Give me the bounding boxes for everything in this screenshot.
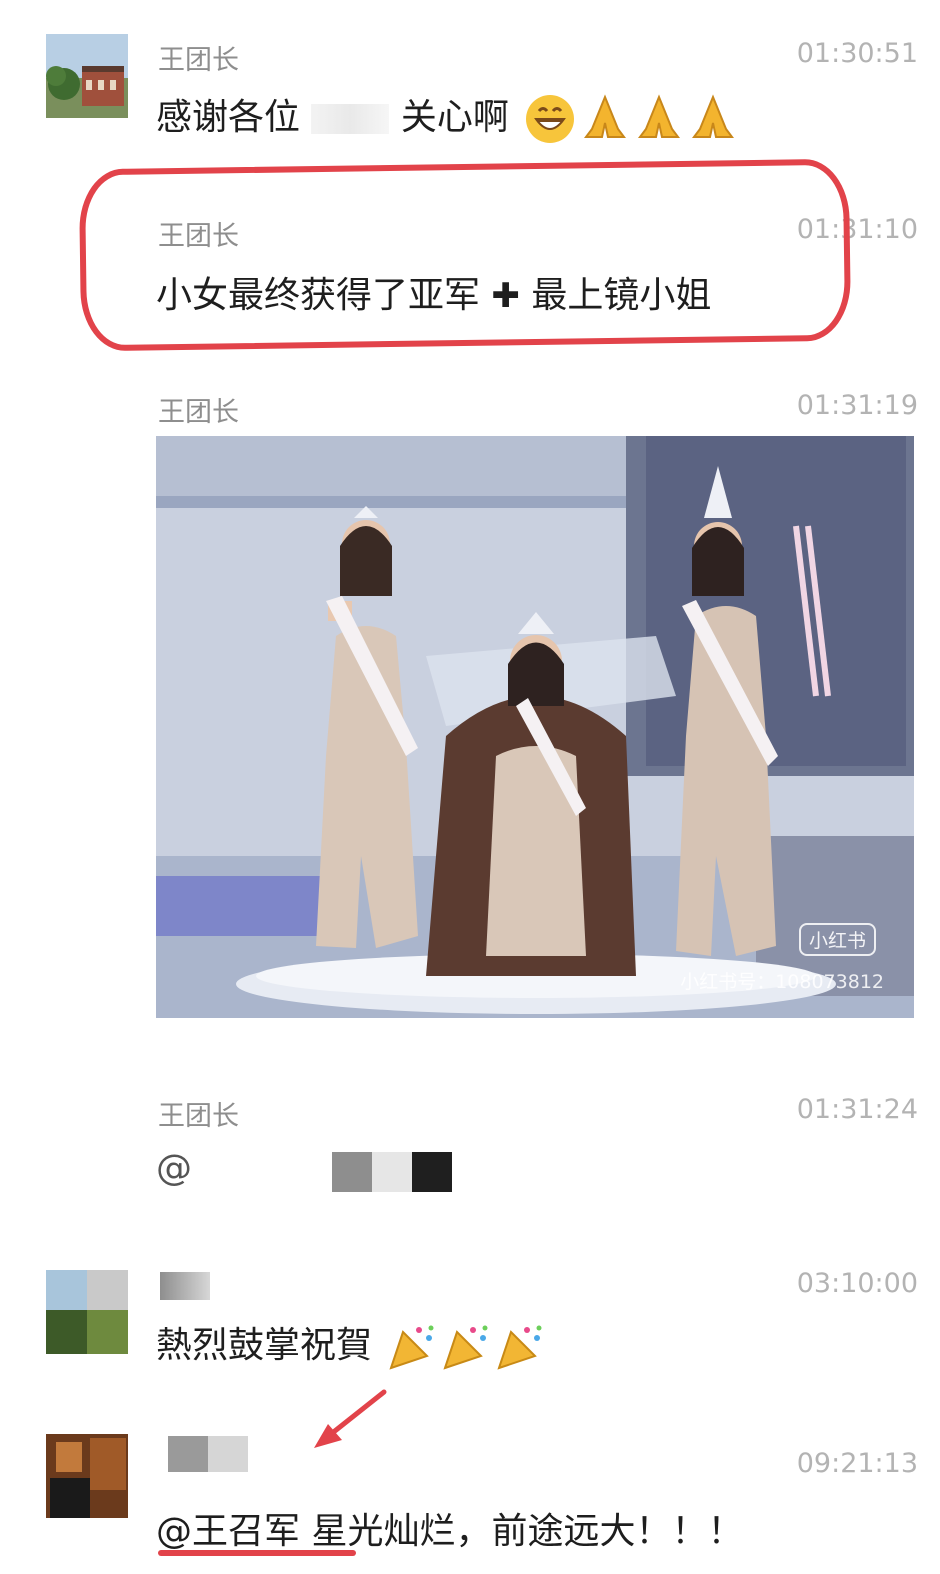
emoji-row xyxy=(387,1322,545,1372)
message-text: @ xyxy=(156,1148,192,1189)
sender-name: 王团长 xyxy=(158,45,239,76)
chat-message: 王团长 01:31:24 @ xyxy=(0,1080,940,1220)
grinning-face-icon xyxy=(526,95,575,143)
chat-message: 王团长 01:30:51 感谢各位 关心啊 xyxy=(0,0,940,150)
sender-name-redacted xyxy=(168,1436,248,1472)
avatar[interactable] xyxy=(46,34,128,118)
sender-name: 王团长 xyxy=(158,1101,239,1132)
watermark-logo: 小红书 xyxy=(798,923,876,956)
red-circle-annotation xyxy=(78,158,852,352)
message-text: @王召军 星光灿烂，前途远大！！！ xyxy=(156,1511,744,1552)
timestamp: 01:31:19 xyxy=(796,390,918,421)
redacted-blur xyxy=(332,1152,452,1192)
party-popper-icon xyxy=(389,1325,434,1370)
message-text-part: 关心啊 xyxy=(400,97,509,138)
sender-name-redacted xyxy=(160,1272,210,1300)
message-text: 感谢各位 关心啊 xyxy=(156,88,738,145)
chat-message: 09:21:13 @王召军 星光灿烂，前途远大！！！ xyxy=(0,1389,940,1574)
sender-name: 王团长 xyxy=(158,397,239,428)
mention-symbol: @ xyxy=(156,1148,192,1189)
chat-message: 03:10:00 熱烈鼓掌祝賀 xyxy=(0,1250,940,1400)
praying-hands-icon xyxy=(584,94,627,138)
redacted-blur xyxy=(311,104,390,134)
timestamp: 09:21:13 xyxy=(796,1448,918,1479)
timestamp: 03:10:00 xyxy=(796,1268,918,1299)
watermark-text: 小红书号：108073812 xyxy=(680,971,884,993)
praying-hands-icon xyxy=(692,94,735,138)
message-text-part: 感谢各位 xyxy=(156,97,301,138)
party-popper-icon xyxy=(443,1325,488,1370)
emoji-row xyxy=(524,93,738,145)
avatar[interactable] xyxy=(46,1434,128,1518)
timestamp: 01:31:24 xyxy=(796,1094,918,1125)
red-arrow-annotation xyxy=(314,1389,387,1448)
avatar[interactable] xyxy=(46,1270,128,1354)
red-underline-annotation xyxy=(158,1550,356,1556)
party-popper-icon xyxy=(497,1325,542,1370)
timestamp: 01:30:51 xyxy=(796,38,918,69)
praying-hands-icon xyxy=(638,94,681,138)
message-text: 熱烈鼓掌祝賀 xyxy=(156,1316,545,1372)
message-text-part: 熱烈鼓掌祝賀 xyxy=(156,1325,373,1366)
image-message[interactable]: 小红书 小红书号：108073812 xyxy=(156,436,914,1018)
